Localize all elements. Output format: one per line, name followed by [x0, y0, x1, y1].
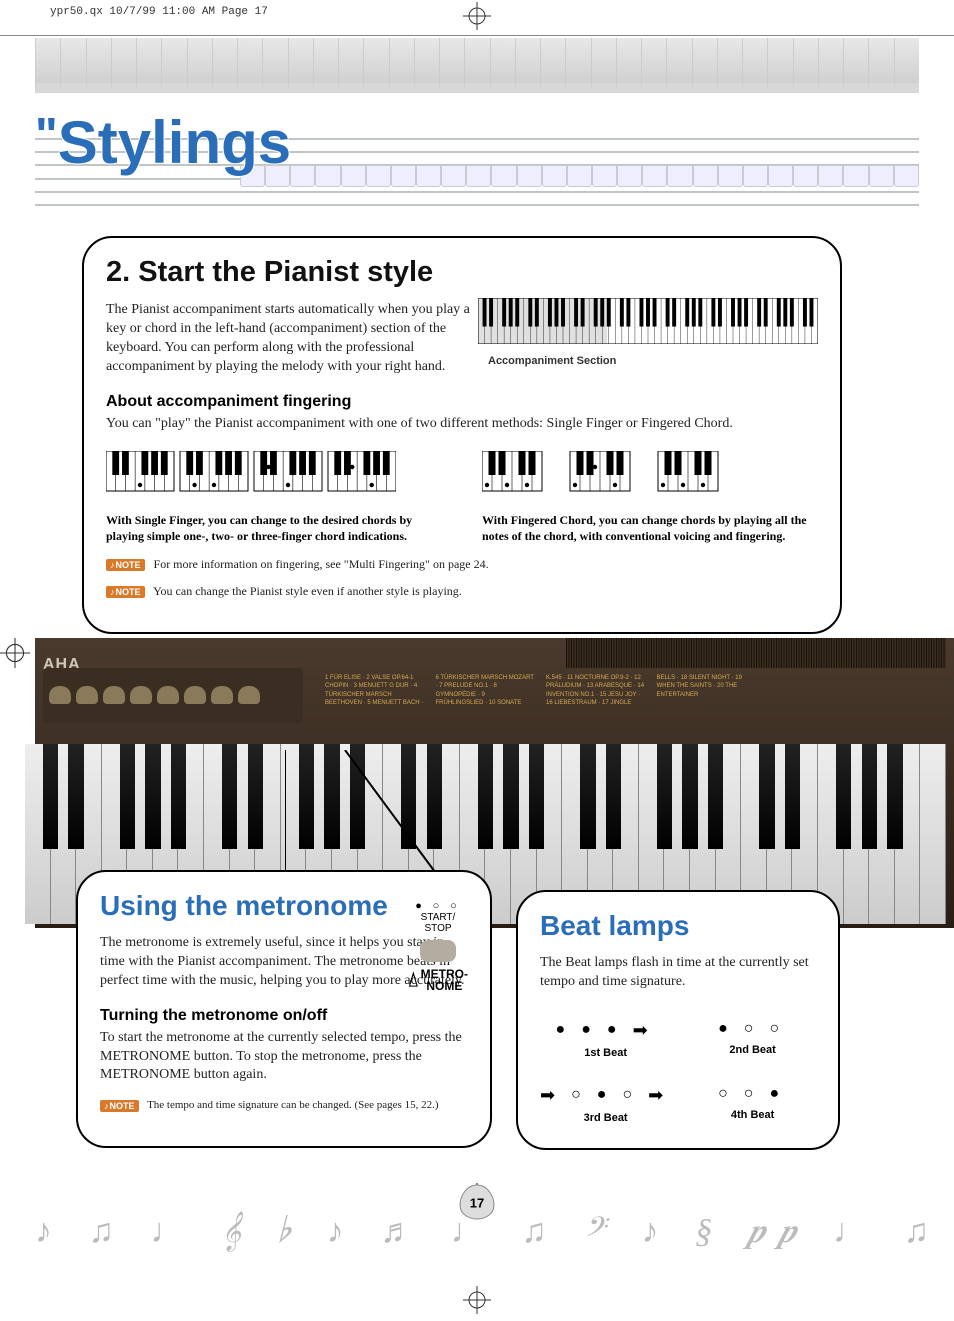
start-stop-label: START/ STOP [408, 912, 468, 934]
accompaniment-label: Accompaniment Section [488, 355, 818, 367]
single-finger-kb [106, 451, 396, 493]
panel-beat-lamps: Beat lamps The Beat lamps flash in time … [516, 890, 840, 1150]
metronome-note: NOTE The tempo and time signature can be… [100, 1099, 468, 1111]
single-finger-caption: With Single Finger, you can change to th… [106, 513, 442, 544]
metronome-icon [408, 970, 419, 990]
beat-3: ➡○●○➡ 3rd Beat [540, 1085, 671, 1124]
single-finger-col: With Single Finger, you can change to th… [106, 451, 442, 544]
song-list-text: 1 FÜR ELISE · 2 VALSE OP.64-1 CHOPIN · 3… [325, 674, 755, 708]
registration-mark-left [0, 638, 30, 673]
registration-mark-bottom [463, 1286, 491, 1319]
beat-2: ●○○ 2nd Beat [718, 1020, 787, 1059]
button-shape [420, 940, 456, 962]
page-number: 17 [458, 1183, 496, 1221]
beat-heading: Beat lamps [540, 910, 816, 942]
registration-mark-top [463, 2, 491, 35]
fingered-chord-caption: With Fingered Chord, you can change chor… [482, 513, 818, 544]
metronome-sub-heading: Turning the metronome on/off [100, 1007, 468, 1025]
note-line-2: NOTE You can change the Pianist style ev… [106, 584, 818, 599]
metronome-sub-body: To start the metronome at the currently … [100, 1029, 468, 1086]
header-lower-keys [240, 165, 919, 187]
metronome-dots: ● ○ ○ [408, 900, 468, 912]
control-panel [43, 668, 303, 723]
title-text: Stylings [58, 109, 291, 176]
full-keyboard-svg [478, 298, 818, 344]
metronome-note-text: The tempo and time signature can be chan… [147, 1099, 438, 1111]
panel-body: The Pianist accompaniment starts automat… [106, 301, 486, 377]
beat-grid: ●●●➡ 1st Beat ●○○ 2nd Beat ➡○●○➡ 3rd Bea… [540, 1020, 816, 1124]
beat-4: ○○● 4th Beat [718, 1085, 787, 1124]
section-title: "Stylings [35, 108, 291, 177]
about-fingering-body: You can "play" the Pianist accompaniment… [106, 415, 818, 434]
accompaniment-diagram: Accompaniment Section [478, 298, 818, 367]
note-badge: NOTE [106, 559, 145, 571]
beat-1-label: 1st Beat [556, 1047, 656, 1059]
title-quote: " [35, 109, 58, 162]
panel-metronome: Using the metronome ● ○ ○ START/ STOP ME… [76, 870, 492, 1148]
fingering-examples: With Single Finger, you can change to th… [106, 451, 818, 544]
page-number-text: 17 [470, 1196, 484, 1211]
beat-1: ●●●➡ 1st Beat [556, 1020, 656, 1059]
beat-2-label: 2nd Beat [718, 1044, 787, 1056]
note-line-1: NOTE For more information on fingering, … [106, 557, 818, 572]
note-badge: NOTE [100, 1100, 139, 1112]
beat-3-label: 3rd Beat [540, 1112, 671, 1124]
fingered-chord-kb [482, 451, 742, 493]
about-fingering-heading: About accompaniment fingering [106, 393, 818, 411]
note-badge: NOTE [106, 586, 145, 598]
metronome-button-illustration: ● ○ ○ START/ STOP METRO- NOME [408, 900, 468, 992]
beat-4-label: 4th Beat [718, 1109, 787, 1121]
panel-start-pianist: 2. Start the Pianist style The Pianist a… [82, 236, 842, 634]
panel-heading: 2. Start the Pianist style [106, 256, 818, 289]
fingered-chord-col: With Fingered Chord, you can change chor… [482, 451, 818, 544]
metronome-label: METRO- NOME [408, 968, 468, 992]
beat-body: The Beat lamps flash in time at the curr… [540, 954, 816, 992]
note-text-2: You can change the Pianist style even if… [153, 584, 462, 598]
crop-line [0, 35, 954, 36]
print-header: ypr50.qx 10/7/99 11:00 AM Page 17 [50, 6, 268, 18]
speaker-grille [566, 638, 946, 668]
note-text-1: For more information on fingering, see "… [154, 557, 489, 571]
